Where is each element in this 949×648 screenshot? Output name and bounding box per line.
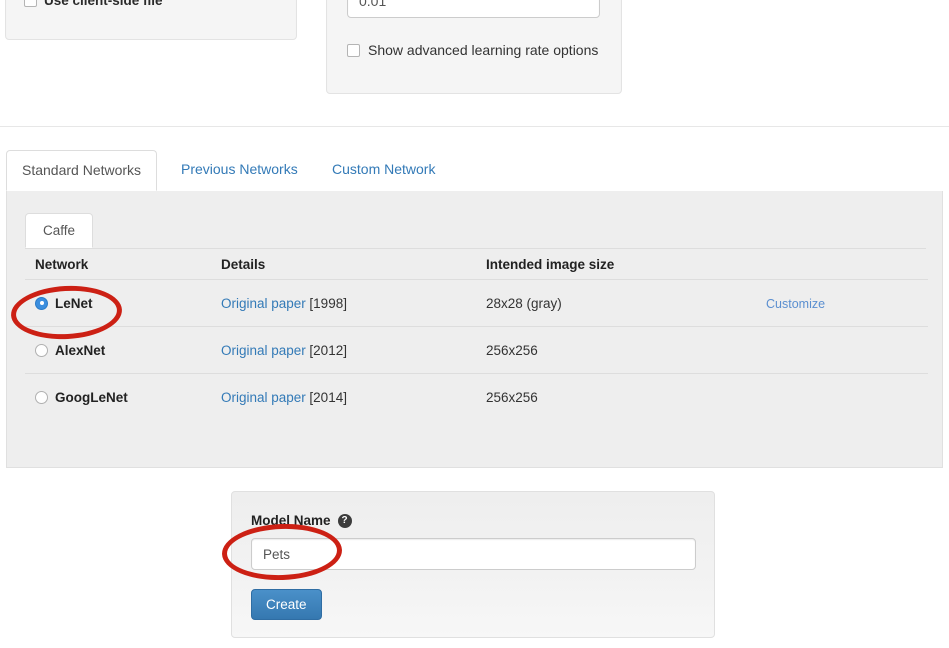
- column-header-image-size: Intended image size: [486, 257, 615, 272]
- model-name-input[interactable]: [251, 538, 696, 570]
- tab-custom-network[interactable]: Custom Network: [317, 150, 450, 191]
- table-row[interactable]: LeNet Original paper [1998] 28x28 (gray)…: [25, 279, 928, 326]
- framework-tab-underline: [25, 248, 926, 249]
- original-paper-link-alexnet[interactable]: Original paper: [221, 343, 306, 358]
- use-client-side-file-label: Use client-side file: [44, 0, 163, 8]
- network-name-label: LeNet: [55, 295, 93, 311]
- standard-networks-panel: Caffe Network Details Intended image siz…: [6, 191, 943, 468]
- network-name-label: AlexNet: [55, 342, 106, 358]
- network-option-alexnet[interactable]: AlexNet: [35, 343, 221, 358]
- tab-custom-network-label: Custom Network: [332, 161, 436, 177]
- model-name-label-group: Model Name ?: [251, 513, 352, 528]
- section-divider: [0, 126, 949, 127]
- show-advanced-learning-rate-checkbox[interactable]: [347, 43, 360, 57]
- framework-tabs: Caffe: [25, 213, 926, 249]
- radio-alexnet[interactable]: [35, 343, 48, 357]
- table-row[interactable]: GoogLeNet Original paper [2014] 256x256: [25, 373, 928, 420]
- network-table: Network Details Intended image size LeNe…: [25, 257, 928, 420]
- tab-standard-networks[interactable]: Standard Networks: [6, 150, 158, 191]
- radio-googlenet[interactable]: [35, 390, 48, 404]
- tab-caffe[interactable]: Caffe: [25, 213, 94, 248]
- show-advanced-learning-rate-label: Show advanced learning rate options: [368, 42, 599, 58]
- paper-year-googlenet: [2014]: [309, 389, 347, 405]
- model-name-panel: Model Name ? Create: [231, 491, 715, 638]
- original-paper-link-googlenet[interactable]: Original paper: [221, 390, 306, 405]
- use-client-side-file-checkbox[interactable]: [24, 0, 37, 7]
- tab-standard-networks-label: Standard Networks: [22, 162, 142, 178]
- model-name-label: Model Name: [251, 513, 331, 528]
- tab-previous-networks-label: Previous Networks: [181, 161, 298, 177]
- table-row[interactable]: AlexNet Original paper [2012] 256x256: [25, 326, 928, 373]
- original-paper-link-lenet[interactable]: Original paper: [221, 296, 306, 311]
- network-tabs: Standard Networks Previous Networks Cust…: [6, 150, 943, 192]
- image-size-lenet: 28x28 (gray): [486, 295, 562, 311]
- network-option-googlenet[interactable]: GoogLeNet: [35, 390, 221, 405]
- tab-previous-networks[interactable]: Previous Networks: [166, 150, 313, 191]
- network-option-lenet[interactable]: LeNet: [35, 296, 221, 311]
- tab-caffe-label: Caffe: [43, 223, 76, 238]
- column-header-network: Network: [35, 257, 89, 272]
- base-learning-rate-input[interactable]: [347, 0, 600, 18]
- paper-year-alexnet: [2012]: [309, 342, 347, 358]
- image-size-alexnet: 256x256: [486, 342, 538, 358]
- client-side-file-panel: Use client-side file: [5, 0, 297, 40]
- radio-lenet[interactable]: [35, 296, 48, 310]
- learning-rate-panel: Show advanced learning rate options: [326, 0, 622, 94]
- network-name-label: GoogLeNet: [55, 389, 128, 405]
- table-header-row: Network Details Intended image size: [25, 257, 928, 279]
- column-header-details: Details: [221, 257, 266, 272]
- create-button[interactable]: Create: [251, 589, 322, 620]
- show-advanced-learning-rate-row[interactable]: Show advanced learning rate options: [347, 42, 598, 58]
- image-size-googlenet: 256x256: [486, 389, 538, 405]
- use-client-side-file-row[interactable]: Use client-side file: [24, 0, 163, 8]
- customize-link-lenet[interactable]: Customize: [766, 297, 825, 311]
- paper-year-lenet: [1998]: [309, 295, 347, 311]
- help-icon[interactable]: ?: [337, 513, 352, 528]
